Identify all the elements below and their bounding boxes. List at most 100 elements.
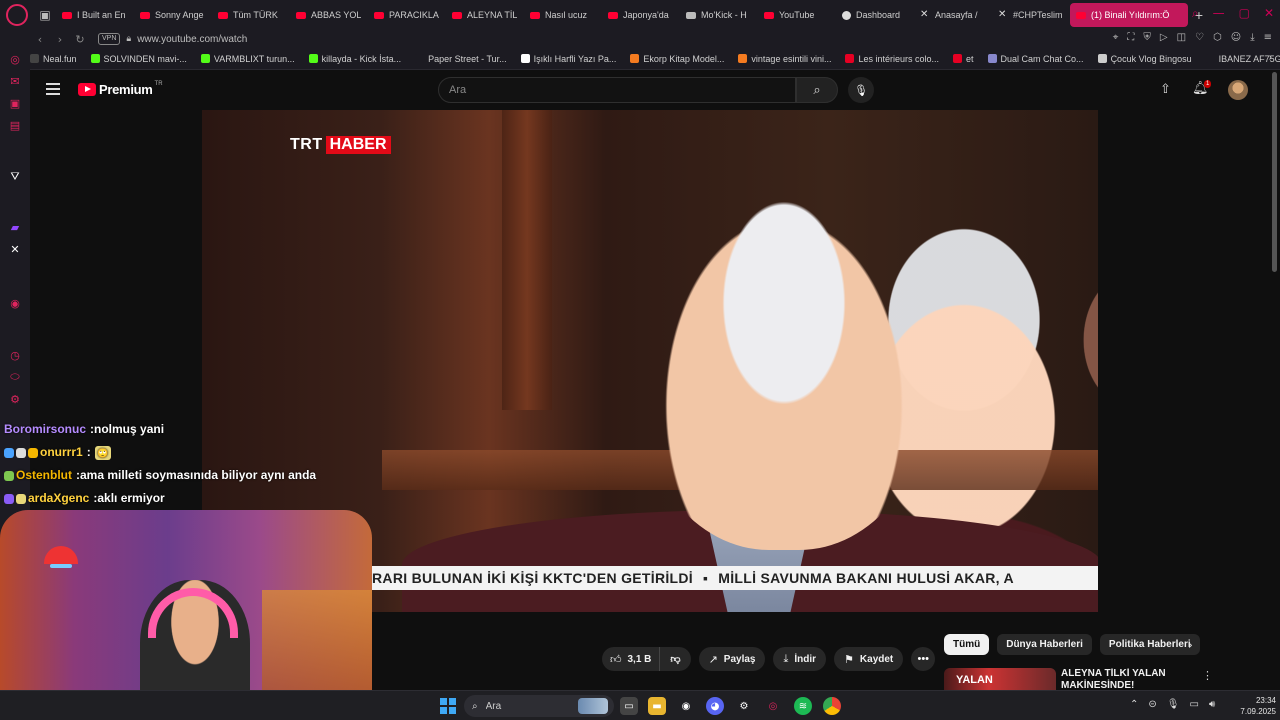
- menu-icon[interactable]: ≡: [1264, 32, 1272, 43]
- windows-start-icon[interactable]: [440, 698, 456, 714]
- more-actions-button[interactable]: •••: [911, 647, 936, 671]
- share-button[interactable]: ↗ Paylaş: [698, 647, 766, 671]
- chips-next-arrow-icon[interactable]: ›: [1188, 638, 1193, 652]
- workspaces-icon[interactable]: ▣: [34, 4, 56, 26]
- recommended-thumbnail[interactable]: YALAN: [944, 668, 1056, 690]
- chat-username[interactable]: Ostenblut: [16, 464, 72, 487]
- save-button[interactable]: ⚑ Kaydet: [834, 647, 904, 671]
- display-tray-icon[interactable]: ▭: [1189, 699, 1198, 710]
- back-icon[interactable]: ‹: [30, 33, 50, 46]
- url-field[interactable]: www.youtube.com/watch: [137, 34, 247, 45]
- chrome-icon[interactable]: [823, 697, 841, 715]
- chat-sidebar-icon[interactable]: ⬭: [8, 370, 22, 384]
- minimize-icon[interactable]: —: [1213, 6, 1225, 21]
- bookmark-item[interactable]: Dual Cam Chat Co...: [987, 54, 1084, 64]
- browser-tab[interactable]: Mo'Kick - H: [680, 3, 758, 27]
- browser-tab[interactable]: Dashboard: [836, 3, 914, 27]
- bookmark-item[interactable]: Çocuk Vlog Bingosu: [1097, 54, 1192, 64]
- like-button[interactable]: 👍︎ 3,1 B: [602, 647, 661, 671]
- bookmark-item[interactable]: Paper Street - Tur...: [415, 54, 507, 64]
- x-sidebar-icon[interactable]: ✕: [8, 242, 22, 256]
- bookmark-item[interactable]: Işıklı Harfli Yazı Pa...: [520, 54, 616, 64]
- dislike-button[interactable]: 👎︎: [660, 647, 690, 671]
- search-input[interactable]: [439, 78, 779, 102]
- profile-icon[interactable]: ☺: [1231, 32, 1241, 43]
- browser-tab[interactable]: Japonya'da: [602, 3, 680, 27]
- download-icon[interactable]: ⤓: [1250, 32, 1254, 43]
- filter-chip[interactable]: Politika Haberleri: [1099, 634, 1200, 655]
- recommended-video[interactable]: YALAN ALEYNA TİLKİ YALAN MAKİNESİNDE! ⋮: [944, 668, 1224, 690]
- browser-tab[interactable]: I Built an En: [56, 3, 134, 27]
- shield-icon[interactable]: ⛨: [1143, 32, 1151, 43]
- lock-icon[interactable]: 🔒︎: [126, 34, 131, 44]
- bookmark-item[interactable]: killayda - Kick İsta...: [308, 54, 401, 64]
- chat-username[interactable]: Boromirsonuc: [4, 418, 86, 441]
- player-icon[interactable]: ▷: [1160, 32, 1168, 43]
- account-avatar[interactable]: [1228, 80, 1248, 100]
- app-a-icon[interactable]: ⛛: [8, 170, 22, 184]
- browser-tab[interactable]: Sonny Ange: [134, 3, 212, 27]
- bookmark-item[interactable]: SOLVINDEN mavi-...: [90, 54, 187, 64]
- player-sidebar-icon[interactable]: ◉: [8, 296, 22, 310]
- close-window-icon[interactable]: ✕: [1264, 6, 1274, 21]
- wallet-icon[interactable]: ◫: [1177, 32, 1186, 43]
- browser-tab[interactable]: ALEYNA TİL: [446, 3, 524, 27]
- history-icon[interactable]: ◷: [8, 348, 22, 362]
- youtube-logo[interactable]: Premium TR: [78, 81, 163, 97]
- hamburger-menu-icon[interactable]: [46, 83, 60, 95]
- obs-icon[interactable]: ◉: [677, 697, 695, 715]
- kebab-menu-icon[interactable]: ⋮: [1202, 669, 1213, 682]
- download-button[interactable]: ⤓ İndir: [773, 647, 827, 671]
- maximize-icon[interactable]: ▢: [1239, 6, 1250, 21]
- extensions-icon[interactable]: ⬡: [1213, 32, 1222, 43]
- chat-username[interactable]: onurrr1: [40, 441, 83, 464]
- browser-tab[interactable]: YouTube: [758, 3, 836, 27]
- reload-icon[interactable]: ↻: [70, 33, 90, 46]
- bookmark-item[interactable]: VARMBLIXT turun...: [200, 54, 295, 64]
- bookmark-item[interactable]: Les intérieurs colo...: [845, 54, 939, 64]
- taskbar-clock[interactable]: 23:34 7.09.2025: [1230, 695, 1276, 717]
- browser-tab[interactable]: (1) Binali Yıldırım:Ö: [1070, 3, 1188, 27]
- bookmarks-overflow-icon[interactable]: ›: [1269, 52, 1272, 63]
- instagram-icon[interactable]: ▣: [8, 96, 22, 110]
- filter-chip[interactable]: Tümü: [944, 634, 990, 655]
- browser-tab[interactable]: Nasıl ucuz: [524, 3, 602, 27]
- chat-username[interactable]: ardaXgenc: [28, 487, 89, 510]
- opera-logo-icon[interactable]: [6, 4, 28, 26]
- twitch-icon[interactable]: ▰: [8, 220, 22, 234]
- page-scrollbar[interactable]: [1272, 72, 1277, 272]
- search-button[interactable]: ⌕: [796, 77, 838, 103]
- bookmark-item[interactable]: vintage esintili vini...: [738, 54, 831, 64]
- opera-taskbar-icon[interactable]: ◎: [764, 697, 782, 715]
- heart-icon[interactable]: ♡: [1195, 32, 1204, 43]
- recommended-title[interactable]: ALEYNA TİLKİ YALAN MAKİNESİNDE!: [1061, 668, 1201, 690]
- spotify-icon[interactable]: ≋: [794, 697, 812, 715]
- pin-icon[interactable]: ⌖: [1113, 32, 1119, 43]
- browser-tab[interactable]: ✕ Anasayfa /: [914, 3, 992, 27]
- tray-expand-icon[interactable]: ⌃: [1130, 699, 1138, 710]
- browser-tab[interactable]: ABBAS YOL: [290, 3, 368, 27]
- snapshot-icon[interactable]: ⛶: [1127, 32, 1134, 43]
- vpn-badge[interactable]: VPN: [98, 33, 121, 45]
- settings-icon[interactable]: ⚙: [8, 392, 22, 406]
- aria-icon[interactable]: ◎: [8, 52, 22, 66]
- browser-tab[interactable]: PARACIKLA: [368, 3, 446, 27]
- task-view-icon[interactable]: ▭: [620, 697, 638, 715]
- taskbar-search-input[interactable]: [485, 700, 566, 712]
- search-highlight-widget[interactable]: [578, 698, 608, 714]
- browser-tab[interactable]: Tüm TÜRK: [212, 3, 290, 27]
- bookmark-item[interactable]: et: [953, 54, 974, 64]
- music-icon[interactable]: ▤: [8, 118, 22, 132]
- search-tabs-icon[interactable]: ⌕: [1192, 6, 1199, 21]
- mic-tray-icon[interactable]: 🎙︎: [1167, 699, 1180, 710]
- upload-icon[interactable]: ⇧: [1160, 82, 1171, 97]
- browser-tab[interactable]: ✕ #CHPTeslim: [992, 3, 1070, 27]
- file-explorer-icon[interactable]: ▬: [648, 697, 666, 715]
- vpn-tray-icon[interactable]: ⊝: [1148, 699, 1156, 710]
- bookmark-item[interactable]: Neal.fun: [30, 54, 77, 64]
- voice-search-button[interactable]: 🎙︎: [848, 77, 874, 103]
- steam-icon[interactable]: ⚙: [735, 697, 753, 715]
- forward-icon[interactable]: ›: [50, 33, 70, 46]
- discord-icon[interactable]: ◕: [706, 697, 724, 715]
- filter-chip[interactable]: Dünya Haberleri: [997, 634, 1092, 655]
